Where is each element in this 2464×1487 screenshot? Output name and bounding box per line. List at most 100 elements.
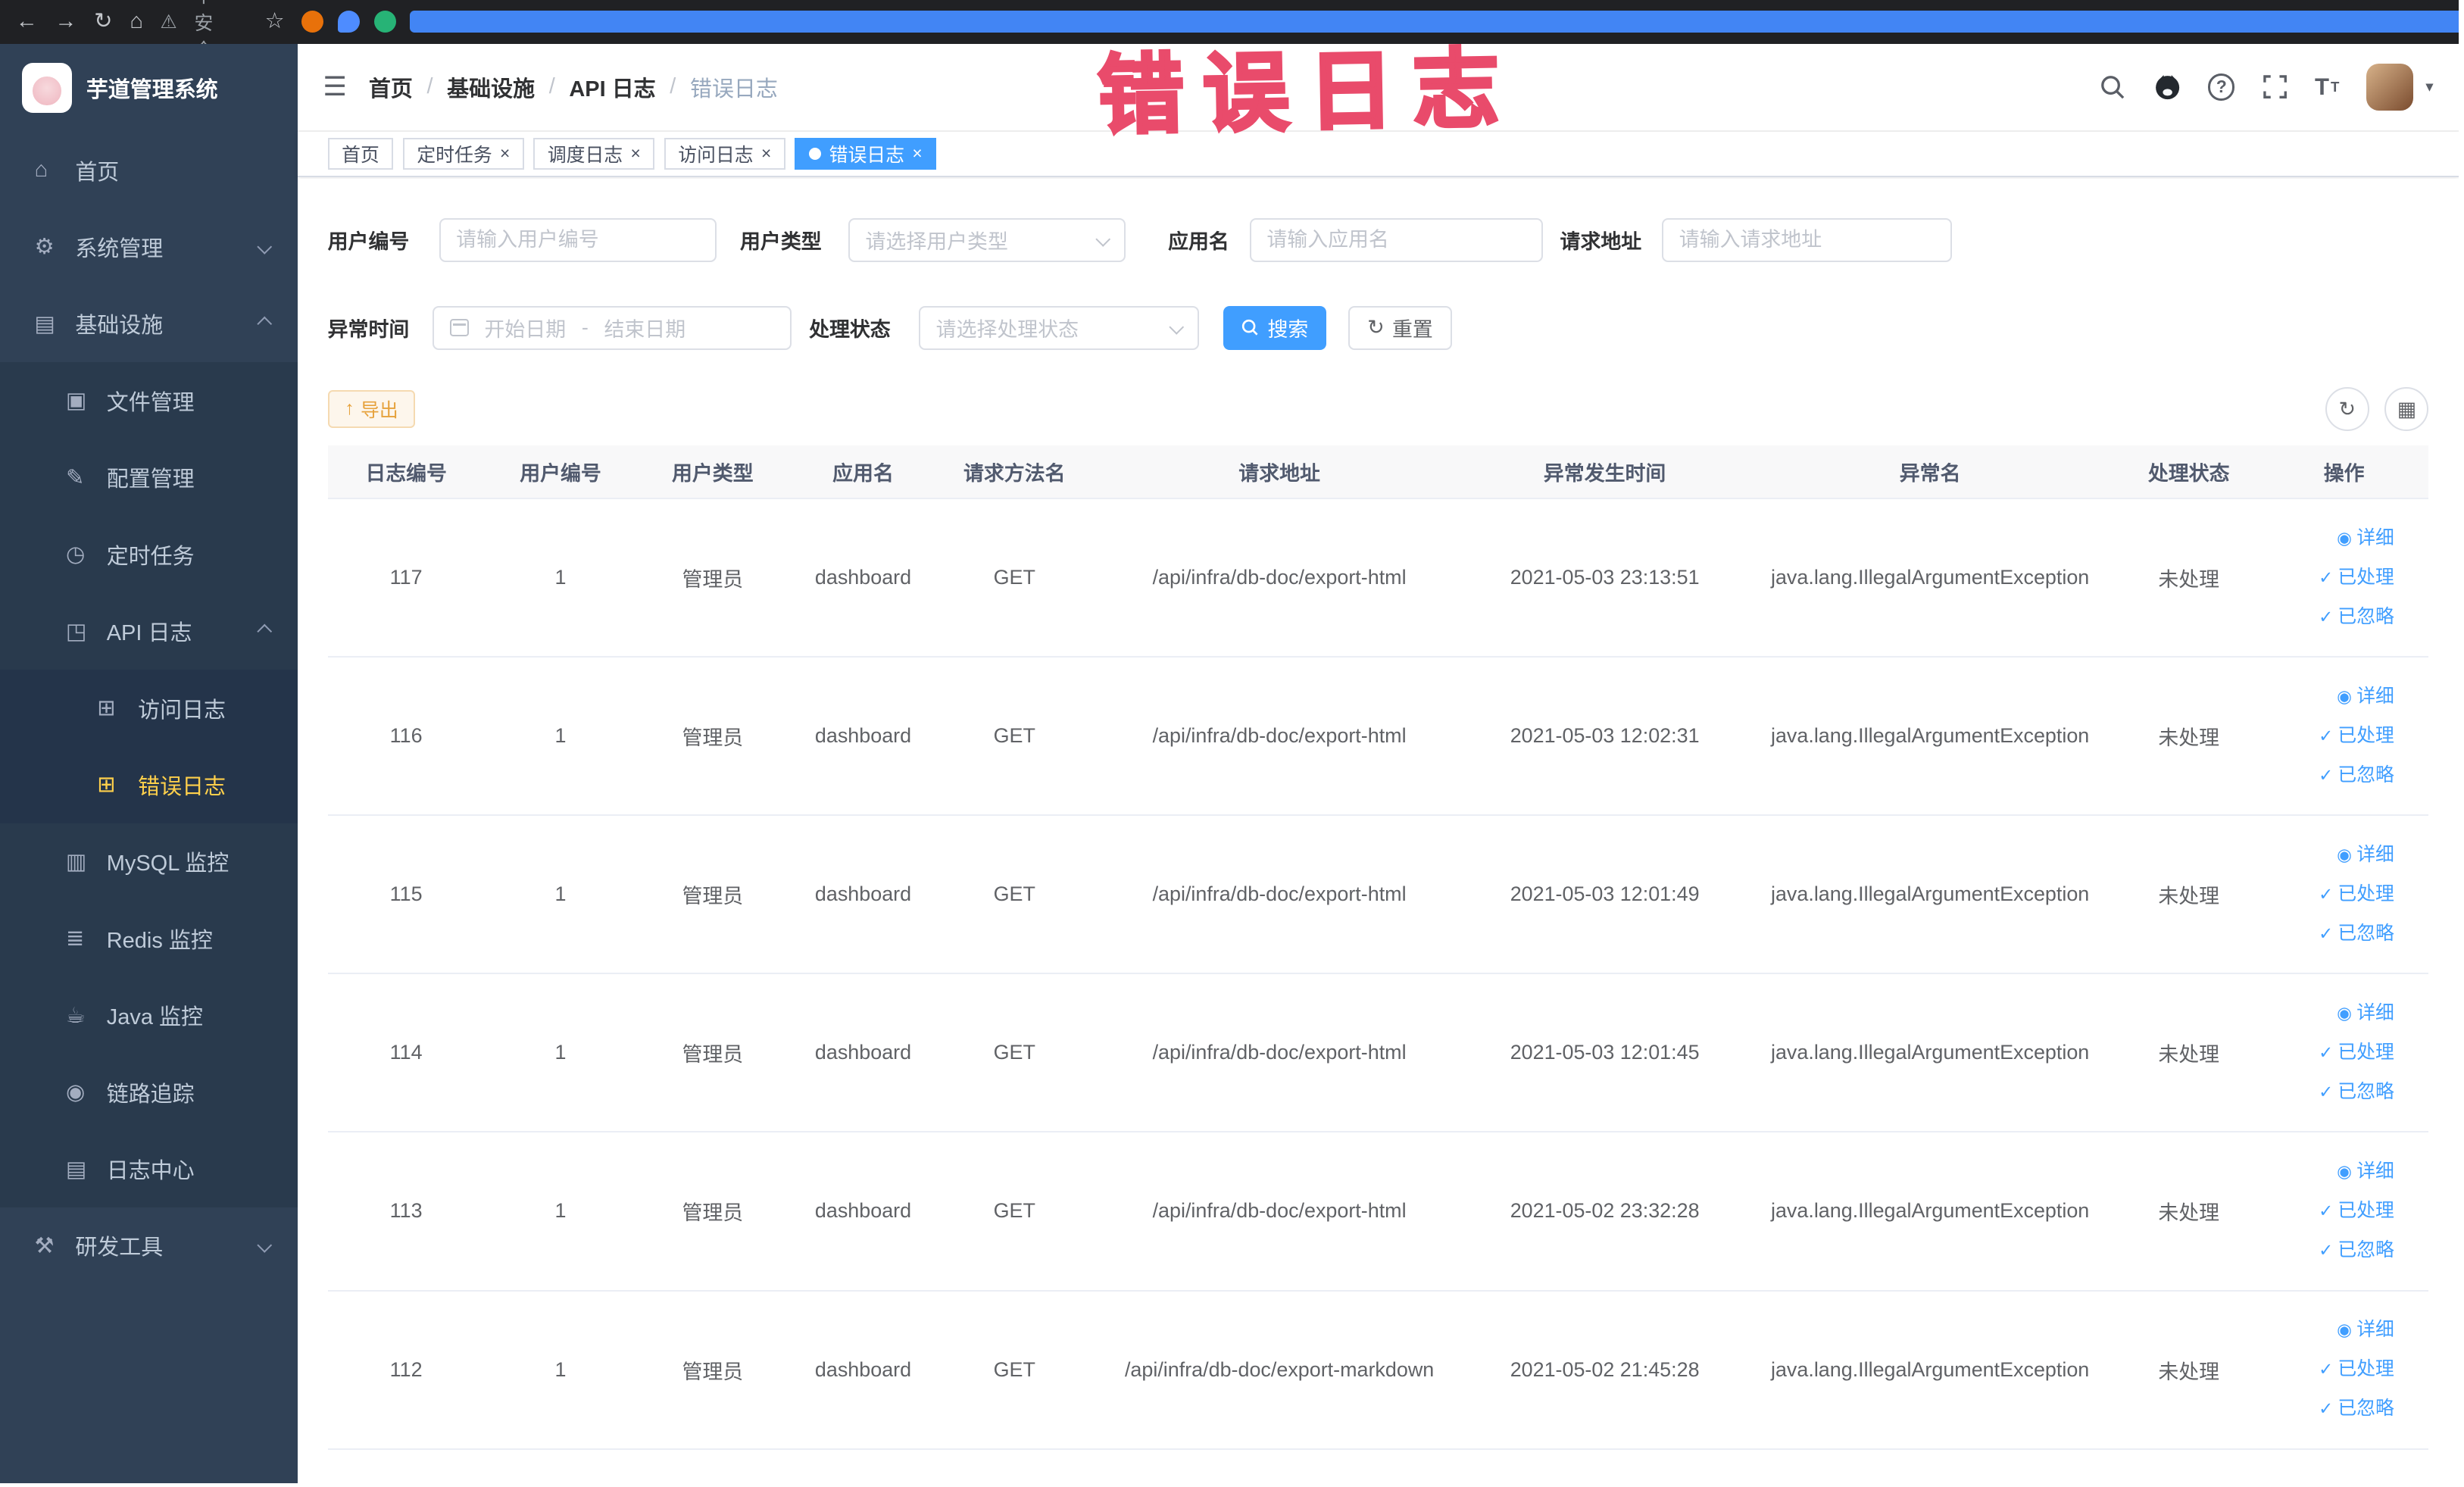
breadcrumb-item[interactable]: 首页 bbox=[369, 71, 413, 103]
processed-link[interactable]: ✓ 已处理 bbox=[2259, 1192, 2394, 1231]
navbar-actions: ? TT ▾ bbox=[2098, 63, 2434, 111]
close-icon[interactable]: × bbox=[912, 145, 922, 162]
fullscreen-icon[interactable] bbox=[2262, 73, 2288, 100]
cell-time: 2021-05-02 21:45:28 bbox=[1467, 1290, 1742, 1450]
search-icon[interactable] bbox=[2098, 73, 2126, 101]
cell-exception: java.lang.IllegalArgumentException bbox=[1741, 657, 2119, 817]
tab-schedule-log[interactable]: 调度日志 × bbox=[533, 138, 655, 170]
user-avatar[interactable] bbox=[2366, 63, 2413, 111]
caret-down-icon[interactable]: ▾ bbox=[2425, 77, 2433, 96]
action-label: 已处理 bbox=[2338, 883, 2394, 904]
detail-link[interactable]: ◉ 详细 bbox=[2259, 519, 2394, 558]
user-id-input[interactable] bbox=[439, 217, 717, 262]
breadcrumb-separator: / bbox=[426, 74, 433, 99]
processed-link[interactable]: ✓ 已处理 bbox=[2259, 1350, 2394, 1389]
sidebar-item-file-management[interactable]: ▣ 文件管理 bbox=[0, 362, 298, 439]
action-label: 详细 bbox=[2356, 845, 2394, 866]
tab-scheduled-tasks[interactable]: 定时任务 × bbox=[402, 138, 524, 170]
close-icon[interactable]: × bbox=[500, 145, 510, 162]
extension-orange-circle[interactable] bbox=[301, 11, 324, 33]
tab-access-log[interactable]: 访问日志 × bbox=[664, 138, 785, 170]
column-settings-button[interactable]: ▦ bbox=[2384, 387, 2429, 432]
chevron-down-icon bbox=[256, 1238, 273, 1254]
sidebar-item-link-tracing[interactable]: ◉ 链路追踪 bbox=[0, 1053, 298, 1131]
column-header: 请求方法名 bbox=[937, 445, 1091, 500]
processed-link[interactable]: ✓ 已处理 bbox=[2259, 717, 2394, 756]
sidebar-item-infrastructure[interactable]: ▤ 基础设施 bbox=[0, 286, 298, 362]
sidebar-item-config-management[interactable]: ✎ 配置管理 bbox=[0, 439, 298, 516]
reset-button[interactable]: ↻ 重置 bbox=[1348, 305, 1452, 350]
sidebar-item-java-monitor[interactable]: ☕ Java 监控 bbox=[0, 976, 298, 1054]
extension-blue-grid[interactable] bbox=[410, 11, 2459, 33]
reload-icon[interactable]: ↻ bbox=[94, 11, 112, 33]
ignore-icon: ✓ bbox=[2319, 606, 2334, 626]
logo[interactable]: 芋道管理系统 bbox=[0, 44, 298, 132]
refresh-table-button[interactable]: ↻ bbox=[2325, 387, 2369, 432]
cell-log_id: 112 bbox=[327, 1290, 485, 1450]
search-button-icon bbox=[1242, 320, 1258, 336]
bookmark-star-icon[interactable]: ☆ bbox=[265, 11, 285, 33]
breadcrumb-item[interactable]: 基础设施 bbox=[447, 71, 535, 103]
detail-link[interactable]: ◉ 详细 bbox=[2259, 836, 2394, 875]
sidebar-item-log-center[interactable]: ▤ 日志中心 bbox=[0, 1130, 298, 1207]
forward-icon[interactable]: → bbox=[55, 11, 77, 33]
sidebar-item-mysql-monitor[interactable]: ▥ MySQL 监控 bbox=[0, 823, 298, 901]
detail-link[interactable]: ◉ 详细 bbox=[2259, 994, 2394, 1033]
home-icon[interactable]: ⌂ bbox=[130, 11, 143, 33]
ignore-link[interactable]: ✓ 已忽略 bbox=[2259, 756, 2394, 795]
breadcrumb-item: 错误日志 bbox=[689, 77, 778, 102]
action-label: 已处理 bbox=[2338, 1359, 2394, 1380]
tab-error-log[interactable]: 错误日志 × bbox=[795, 138, 937, 170]
request-url-input[interactable] bbox=[1662, 217, 1952, 262]
sidebar-item-scheduled-tasks[interactable]: ◷ 定时任务 bbox=[0, 515, 298, 593]
user-type-select[interactable]: 请选择用户类型 bbox=[848, 217, 1126, 262]
app-name-label: 应用名 bbox=[1168, 230, 1229, 254]
extension-green-circle[interactable] bbox=[373, 11, 396, 33]
ignore-link[interactable]: ✓ 已忽略 bbox=[2259, 598, 2394, 637]
cell-url: /api/infra/db-doc/export-html bbox=[1091, 973, 1468, 1133]
hamburger-icon[interactable]: ☰ bbox=[323, 71, 347, 102]
ignore-link[interactable]: ✓ 已忽略 bbox=[2259, 914, 2394, 954]
process-status-select[interactable]: 请选择处理状态 bbox=[918, 305, 1200, 350]
github-icon[interactable] bbox=[2153, 73, 2181, 101]
sidebar-item-api-logs[interactable]: ◳ API 日志 bbox=[0, 592, 298, 670]
cell-app_name: dashboard bbox=[789, 973, 938, 1133]
detail-link[interactable]: ◉ 详细 bbox=[2259, 1152, 2394, 1192]
sidebar-item-redis-monitor[interactable]: ≣ Redis 监控 bbox=[0, 900, 298, 977]
processed-link[interactable]: ✓ 已处理 bbox=[2259, 1033, 2394, 1073]
api-logs-icon: ◳ bbox=[65, 619, 87, 644]
sidebar-item-label: 日志中心 bbox=[106, 1159, 195, 1184]
help-icon[interactable]: ? bbox=[2208, 73, 2235, 101]
extension-blue-drop[interactable] bbox=[337, 11, 360, 33]
font-size-icon[interactable]: TT bbox=[2315, 73, 2339, 101]
sidebar-item-dev-tools[interactable]: ⚒ 研发工具 bbox=[0, 1207, 298, 1284]
sidebar-item-home[interactable]: ⌂ 首页 bbox=[0, 132, 298, 208]
action-label: 详细 bbox=[2356, 1003, 2394, 1024]
close-icon[interactable]: × bbox=[761, 145, 771, 162]
ignore-link[interactable]: ✓ 已忽略 bbox=[2259, 1231, 2394, 1270]
processed-link[interactable]: ✓ 已处理 bbox=[2259, 875, 2394, 914]
ignore-link[interactable]: ✓ 已忽略 bbox=[2259, 1389, 2394, 1429]
back-icon[interactable]: ← bbox=[16, 11, 38, 33]
ignore-link[interactable]: ✓ 已忽略 bbox=[2259, 1073, 2394, 1112]
processed-link[interactable]: ✓ 已处理 bbox=[2259, 558, 2394, 598]
breadcrumb-item[interactable]: API 日志 bbox=[569, 71, 655, 103]
tab-home[interactable]: 首页 bbox=[327, 138, 394, 170]
export-button[interactable]: ↑ 导出 bbox=[327, 390, 416, 429]
action-label: 详细 bbox=[2356, 528, 2394, 549]
search-button[interactable]: 搜索 bbox=[1223, 305, 1327, 350]
sidebar-item-system-management[interactable]: ⚙ 系统管理 bbox=[0, 208, 298, 285]
app-name-input[interactable] bbox=[1249, 217, 1543, 262]
sidebar-item-error-log[interactable]: ⊞ 错误日志 bbox=[0, 746, 298, 823]
detail-link[interactable]: ◉ 详细 bbox=[2259, 677, 2394, 717]
detail-link[interactable]: ◉ 详细 bbox=[2259, 1310, 2394, 1350]
close-icon[interactable]: × bbox=[630, 145, 640, 162]
sidebar-item-access-log[interactable]: ⊞ 访问日志 bbox=[0, 669, 298, 747]
tags-bar: 首页 定时任务 × 调度日志 × 访问日志 × 错误日志 × bbox=[298, 131, 2459, 177]
action-label: 详细 bbox=[2356, 1320, 2394, 1341]
cell-user_id: 1 bbox=[484, 1290, 637, 1450]
exception-time-label: 异常时间 bbox=[327, 318, 410, 342]
exception-time-range-picker[interactable]: 开始日期 - 结束日期 bbox=[433, 305, 792, 350]
column-header: 异常发生时间 bbox=[1467, 445, 1742, 500]
cell-exception: java.lang.IllegalArgumentException bbox=[1741, 1132, 2119, 1292]
